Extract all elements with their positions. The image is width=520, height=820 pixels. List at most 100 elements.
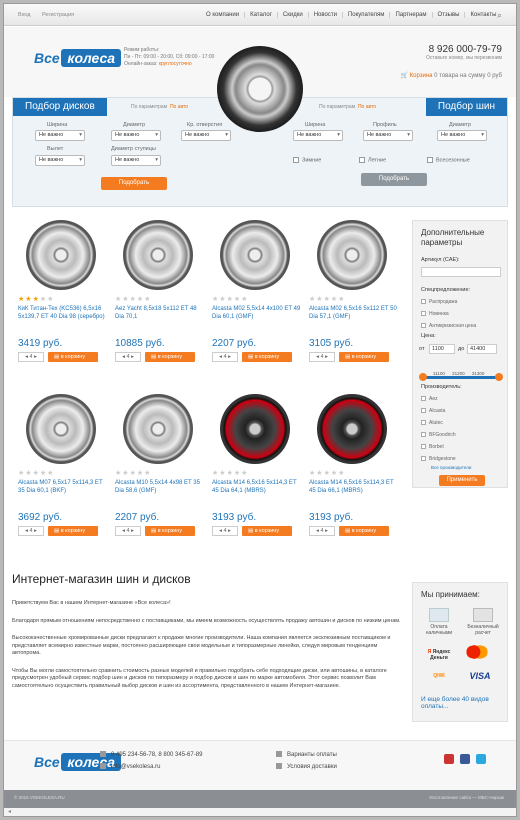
qty-increase-icon[interactable]: ▸	[131, 354, 134, 360]
rating-stars[interactable]: ★★★★★	[18, 295, 54, 303]
product-name[interactable]: Alcasta M02 6,5x16 5x112 ET 50 Dia 57,1 …	[309, 306, 399, 321]
wheel-image[interactable]	[220, 220, 290, 290]
product-card[interactable]: ★★★★★ Alcasta M02 6,5x16 5x112 ET 50 Dia …	[309, 220, 404, 390]
product-name[interactable]: Alcasta M14 6,5x16 5x114,3 ET 45 Dia 64,…	[212, 480, 302, 495]
add-to-cart-button[interactable]: ▤ в корзину	[242, 526, 292, 536]
wheel-image[interactable]	[123, 220, 193, 290]
qty-decrease-icon[interactable]: ◂	[122, 354, 125, 360]
disc-mode-params[interactable]: По параметрам	[131, 104, 167, 110]
special-new[interactable]: Новинка	[421, 311, 449, 317]
cart-label[interactable]: Корзина	[410, 73, 433, 79]
quantity-stepper[interactable]: ◂ 4 ▸	[309, 526, 335, 536]
quantity-stepper[interactable]: ◂ 4 ▸	[212, 352, 238, 362]
product-name[interactable]: Alcasta M07 6,5x17 5x114,3 ET 35 Dia 60,…	[18, 480, 108, 495]
quantity-stepper[interactable]: ◂ 4 ▸	[212, 526, 238, 536]
qty-decrease-icon[interactable]: ◂	[316, 528, 319, 534]
wheel-image[interactable]	[26, 394, 96, 464]
qty-decrease-icon[interactable]: ◂	[25, 528, 28, 534]
product-name[interactable]: КиК Титан-Тех (KC536) 6,5x16 5x139,7 ET …	[18, 306, 108, 321]
maker-bfgoodrich[interactable]: BFGoodrich	[421, 432, 456, 438]
maker-bridgestone[interactable]: Bridgestone	[421, 456, 456, 462]
rating-stars[interactable]: ★★★★★	[212, 469, 248, 477]
menu-item-contacts[interactable]: Контакты	[464, 12, 501, 18]
season-allseason[interactable]: Всесезонные	[427, 157, 470, 163]
facebook-icon[interactable]	[460, 754, 470, 764]
qty-decrease-icon[interactable]: ◂	[316, 354, 319, 360]
menu-item-buyers[interactable]: Покупателям	[341, 12, 390, 18]
menu-item-news[interactable]: Новости	[307, 12, 342, 18]
add-to-cart-button[interactable]: ▤ в корзину	[339, 352, 389, 362]
product-card[interactable]: ★★★★★ Alcasta M14 6,5x16 5x114,3 ET 45 Di…	[309, 394, 404, 564]
more-payments-link[interactable]: И еще более 40 видов оплаты...	[421, 696, 507, 710]
maker-alutec[interactable]: Alutec	[421, 420, 443, 426]
season-summer[interactable]: Летние	[359, 157, 386, 163]
price-slider[interactable]	[419, 373, 503, 381]
product-name[interactable]: Alcasta M14 6,5x16 5x114,3 ET 45 Dia 66,…	[309, 480, 399, 495]
menu-item-discounts[interactable]: Скидки	[276, 12, 308, 18]
maker-borbet[interactable]: Borbet	[421, 444, 444, 450]
disc-width-select[interactable]: Не важно	[35, 130, 85, 141]
qty-increase-icon[interactable]: ▸	[34, 354, 37, 360]
register-link[interactable]: Регистрация	[42, 12, 74, 18]
wheel-image[interactable]	[26, 220, 96, 290]
disc-hub-select[interactable]: Не важно	[111, 155, 161, 166]
menu-item-catalog[interactable]: Каталог	[244, 12, 277, 18]
product-name[interactable]: Alcasta M02 5,5x14 4x100 ET 49 Dia 60,1 …	[212, 306, 302, 321]
add-to-cart-button[interactable]: ▤ в корзину	[242, 352, 292, 362]
add-to-cart-button[interactable]: ▤ в корзину	[145, 352, 195, 362]
tire-diameter-select[interactable]: Не важно	[437, 130, 487, 141]
twitter-icon[interactable]	[476, 754, 486, 764]
disc-pick-button[interactable]: Подобрать	[101, 177, 167, 190]
search-icon[interactable]: ⌕	[497, 10, 502, 21]
disc-offset-select[interactable]: Не важно	[35, 155, 85, 166]
qty-increase-icon[interactable]: ▸	[228, 354, 231, 360]
cart-widget[interactable]: 🛒 Корзина 0 товара на сумму 0 руб	[400, 72, 502, 79]
price-from-input[interactable]: 1100	[429, 344, 455, 354]
price-to-input[interactable]: 41400	[467, 344, 497, 354]
product-card[interactable]: ★★★★★ Aez Yacht 8,5x18 5x112 ET 48 Dia 70…	[115, 220, 210, 390]
product-card[interactable]: ★★★★★ Alcasta M10 5,5x14 4x98 ET 35 Dia 5…	[115, 394, 210, 564]
quantity-stepper[interactable]: ◂ 4 ▸	[115, 352, 141, 362]
qty-decrease-icon[interactable]: ◂	[25, 354, 28, 360]
tire-profile-select[interactable]: Не важно	[363, 130, 413, 141]
season-winter[interactable]: Зимние	[293, 157, 321, 163]
rating-stars[interactable]: ★★★★★	[309, 295, 345, 303]
menu-item-partners[interactable]: Партнерам	[389, 12, 431, 18]
product-card[interactable]: ★★★★★ Alcasta M14 6,5x16 5x114,3 ET 45 Di…	[212, 394, 307, 564]
special-anticrisis[interactable]: Антикризисная цена	[421, 323, 476, 329]
rating-stars[interactable]: ★★★★★	[309, 469, 345, 477]
disc-mode-auto[interactable]: По авто	[170, 104, 188, 110]
google-plus-icon[interactable]	[444, 754, 454, 764]
footer-email[interactable]: info@vsekolesa.ru	[111, 764, 160, 770]
product-name[interactable]: Alcasta M10 5,5x14 4x98 ET 35 Dia 58,6 (…	[115, 480, 205, 495]
wheel-image[interactable]	[317, 220, 387, 290]
product-card[interactable]: ★★★★★ КиК Титан-Тех (KC536) 6,5x16 5x139,…	[18, 220, 113, 390]
product-card[interactable]: ★★★★★ Alcasta M07 6,5x17 5x114,3 ET 35 Di…	[18, 394, 113, 564]
tire-mode-auto[interactable]: По авто	[358, 104, 376, 110]
footer-pay-link[interactable]: Варианты оплаты	[287, 752, 337, 758]
quantity-stepper[interactable]: ◂ 4 ▸	[115, 526, 141, 536]
add-to-cart-button[interactable]: ▤ в корзину	[48, 526, 98, 536]
qty-increase-icon[interactable]: ▸	[131, 528, 134, 534]
wheel-image[interactable]	[220, 394, 290, 464]
rating-stars[interactable]: ★★★★★	[115, 469, 151, 477]
tire-mode-params[interactable]: По параметрам	[319, 104, 355, 110]
qty-decrease-icon[interactable]: ◂	[219, 528, 222, 534]
qty-increase-icon[interactable]: ▸	[325, 528, 328, 534]
add-to-cart-button[interactable]: ▤ в корзину	[145, 526, 195, 536]
quantity-stepper[interactable]: ◂ 4 ▸	[309, 352, 335, 362]
wheel-image[interactable]	[317, 394, 387, 464]
menu-item-about[interactable]: О компании	[201, 12, 244, 18]
resize-handle-icon[interactable]: ◂	[8, 808, 11, 815]
login-link[interactable]: Вход	[18, 12, 30, 18]
special-sale[interactable]: Распродажа	[421, 299, 457, 305]
rating-stars[interactable]: ★★★★★	[18, 469, 54, 477]
qty-increase-icon[interactable]: ▸	[228, 528, 231, 534]
tire-width-select[interactable]: Не важно	[293, 130, 343, 141]
developer-credit[interactable]: Изготовление сайта — МБС-Нарым	[429, 795, 504, 800]
callback-link[interactable]: Оставьте номер, мы перезвоним	[426, 55, 502, 61]
product-name[interactable]: Aez Yacht 8,5x18 5x112 ET 48 Dia 70,1	[115, 306, 205, 321]
add-to-cart-button[interactable]: ▤ в корзину	[48, 352, 98, 362]
add-to-cart-button[interactable]: ▤ в корзину	[339, 526, 389, 536]
qty-decrease-icon[interactable]: ◂	[219, 354, 222, 360]
